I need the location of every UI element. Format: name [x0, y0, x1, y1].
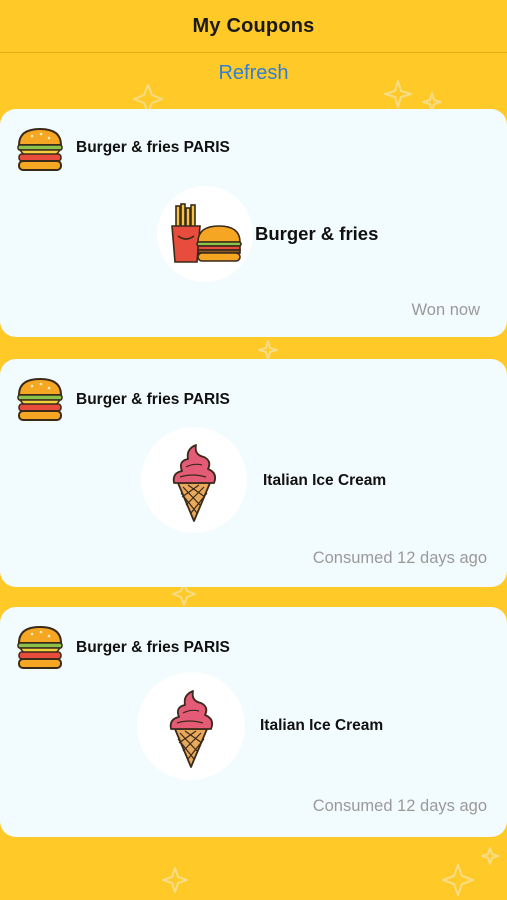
- ice-cream-icon: [169, 690, 214, 768]
- offer-name: Italian Ice Cream: [263, 472, 387, 489]
- offer-name: Italian Ice Cream: [260, 717, 384, 734]
- burger-icon: [17, 377, 63, 421]
- coupon-status: Consumed 12 days ago: [312, 797, 487, 815]
- coupon-status: Won now: [411, 301, 480, 319]
- coupon-card[interactable]: Burger & fries PARIS Italian Ice Cream C…: [0, 607, 507, 837]
- offer-image: [157, 186, 253, 282]
- offer-name: Burger & fries: [255, 223, 379, 244]
- refresh-button[interactable]: Refresh: [0, 62, 507, 85]
- store-name: Burger & fries PARIS: [76, 139, 230, 156]
- store-name: Burger & fries PARIS: [76, 391, 230, 408]
- burger-fries-icon: [171, 203, 242, 263]
- ice-cream-icon: [172, 444, 217, 522]
- coupon-card[interactable]: Burger & fries PARIS Italian Ice Cream C…: [0, 359, 507, 587]
- burger-icon: [17, 127, 63, 171]
- header-bar: My Coupons: [0, 0, 507, 53]
- store-name: Burger & fries PARIS: [76, 639, 230, 656]
- offer-image: [141, 427, 247, 533]
- coupon-status: Consumed 12 days ago: [312, 549, 487, 567]
- burger-icon: [17, 625, 63, 669]
- offer-image: [137, 672, 245, 780]
- page-title: My Coupons: [192, 14, 315, 37]
- coupon-card[interactable]: Burger & fries PARIS Burger & fries Won …: [0, 109, 507, 337]
